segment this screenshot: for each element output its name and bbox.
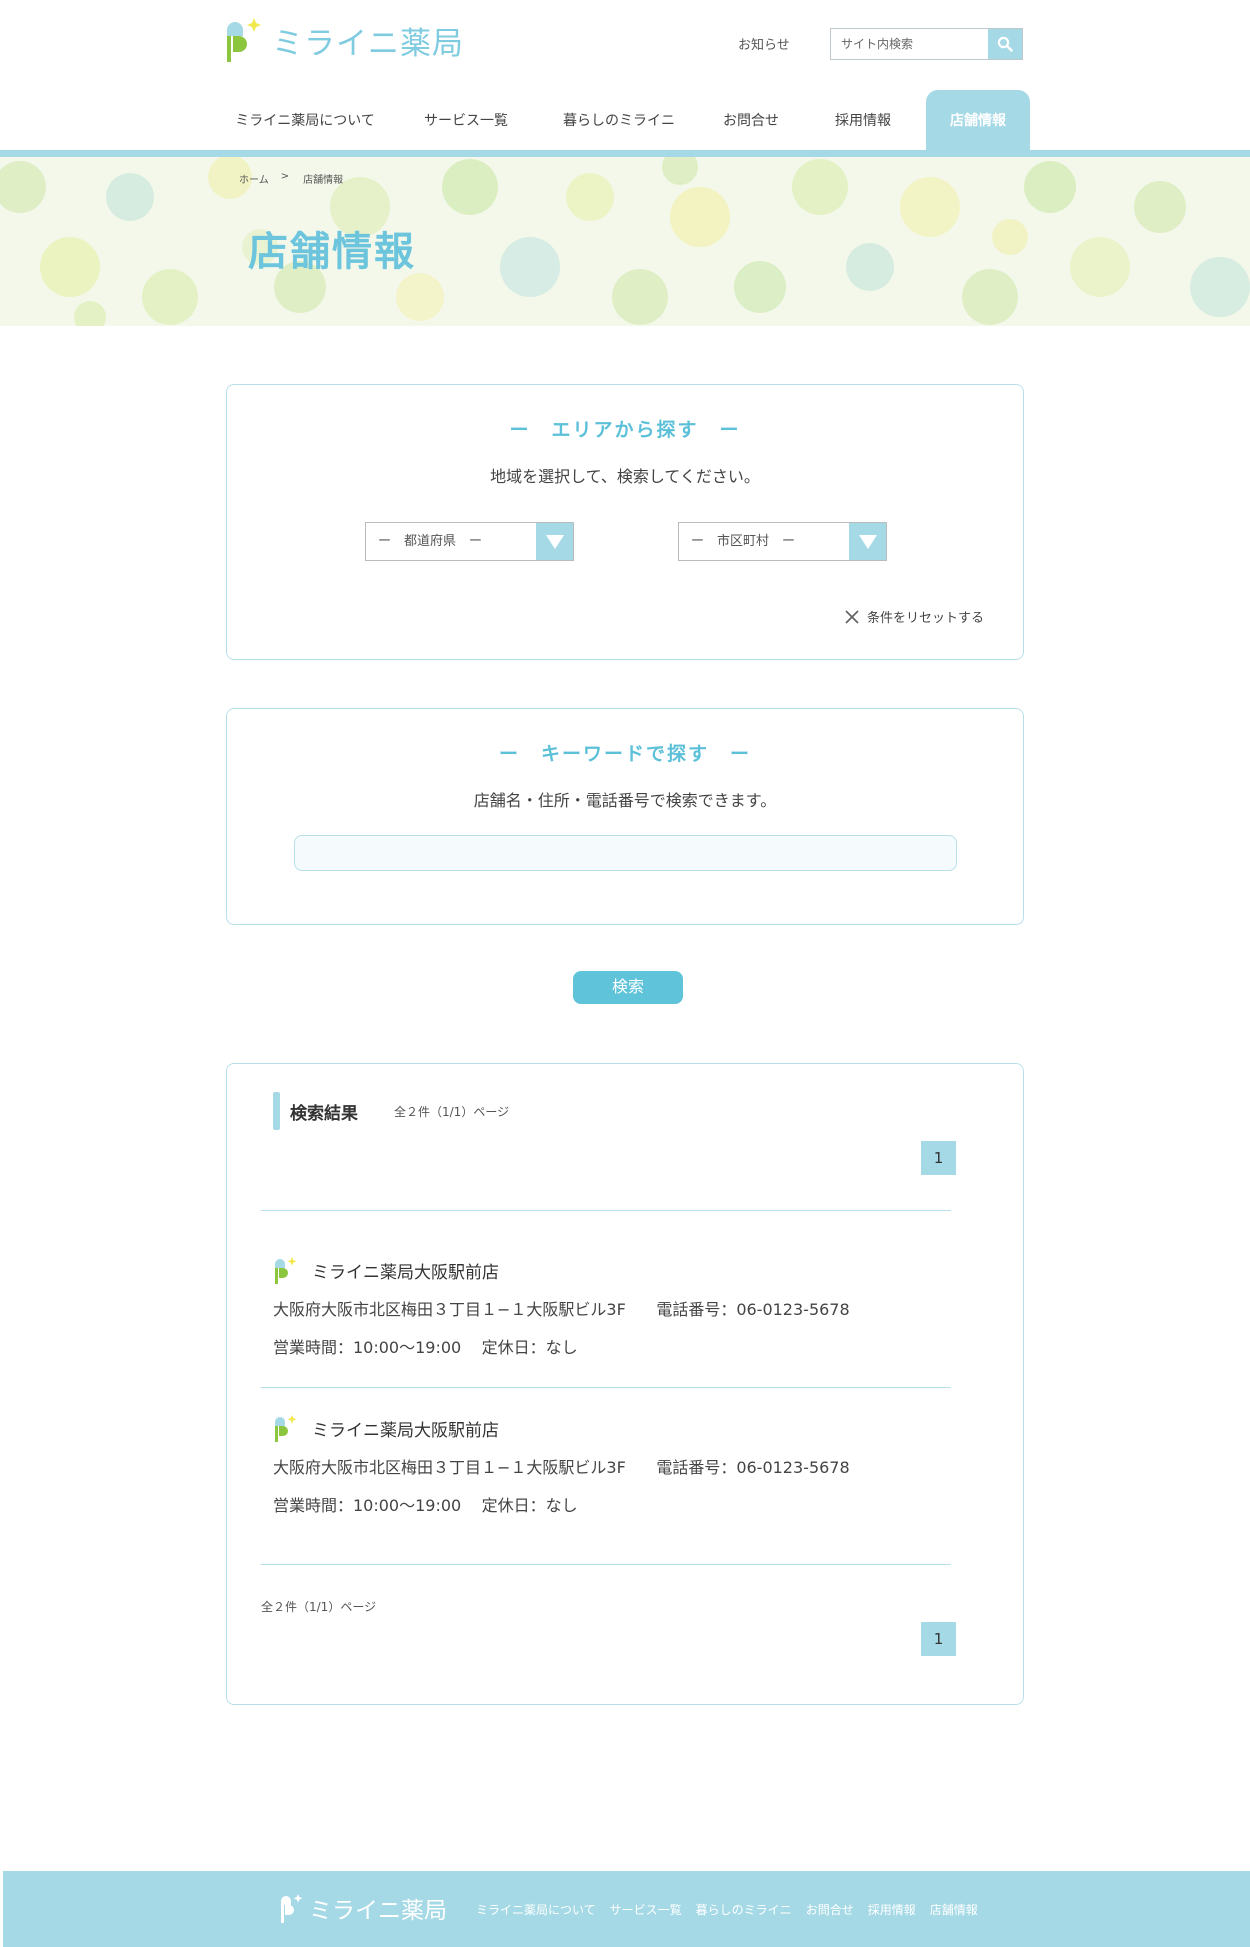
store-holiday: 定休日：なし: [481, 1338, 578, 1357]
store-item: ミライニ薬局大阪駅前店 大阪府大阪市北区梅田３丁目１−１大阪駅ビル3F 電話番号…: [273, 1254, 953, 1362]
results-panel: 検索結果 全２件（1/1）ページ 1 ミライニ薬局大阪駅前店 大阪府大阪市北区梅…: [226, 1063, 1024, 1705]
logo-mark-icon: [227, 18, 261, 62]
breadcrumb-home[interactable]: ホーム: [239, 171, 269, 186]
reset-conditions-button[interactable]: 条件をリセットする: [845, 607, 984, 626]
nav-item-recruit[interactable]: 採用情報: [810, 90, 916, 152]
prefecture-select-value: ー 都道府県 ー: [378, 534, 483, 549]
results-header: 検索結果 全２件（1/1）ページ: [273, 1092, 509, 1130]
prefecture-select[interactable]: ー 都道府県 ー: [365, 522, 574, 561]
store-holiday: 定休日：なし: [481, 1496, 578, 1515]
results-accent-bar: [273, 1092, 280, 1130]
area-search-panel: ー エリアから探す ー 地域を選択して、検索してください。 ー 都道府県 ー ー…: [226, 384, 1024, 660]
page: ミライニ薬局 お知らせ ミライニ薬局について サービス一覧 暮らしのミライニ お…: [0, 0, 1250, 1947]
divider: [261, 1210, 951, 1211]
global-nav: ミライニ薬局について サービス一覧 暮らしのミライニ お問合せ 採用情報 店舗情…: [224, 90, 1030, 152]
store-address-row: 大阪府大阪市北区梅田３丁目１−１大阪駅ビル3F 電話番号：06-0123-567…: [273, 1454, 953, 1482]
footer-link-stores[interactable]: 店舗情報: [930, 1901, 978, 1918]
pagination-page-bottom[interactable]: 1: [921, 1622, 956, 1656]
store-hours-row: 営業時間：10:00〜19:00 定休日：なし: [273, 1334, 953, 1362]
footer-logo-text: ミライニ薬局: [309, 1898, 447, 1924]
nav-item-contact[interactable]: お問合せ: [692, 90, 810, 152]
area-search-description: 地域を選択して、検索してください。: [490, 467, 760, 486]
store-logo-icon: [275, 1257, 297, 1284]
footer-nav: ミライニ薬局について サービス一覧 暮らしのミライニ お問合せ 採用情報 店舗情…: [476, 1901, 978, 1918]
store-address-row: 大阪府大阪市北区梅田３丁目１−１大阪駅ビル3F 電話番号：06-0123-567…: [273, 1296, 953, 1324]
search-button[interactable]: 検索: [573, 971, 683, 1004]
area-search-title: ー エリアから探す ー: [509, 419, 741, 441]
store-address: 大阪府大阪市北区梅田３丁目１−１大阪駅ビル3F: [273, 1458, 626, 1477]
close-icon: [845, 609, 859, 624]
footer-logo[interactable]: ミライニ薬局: [279, 1891, 447, 1925]
results-count: 全２件（1/1）ページ: [394, 1104, 510, 1119]
watercolor-background: [0, 157, 1250, 326]
site-header: ミライニ薬局 お知らせ ミライニ薬局について サービス一覧 暮らしのミライニ お…: [0, 0, 1250, 160]
store-hours: 営業時間：10:00〜19:00: [273, 1496, 462, 1515]
results-title: 検索結果: [290, 1103, 358, 1124]
logo-text: ミライニ薬局: [272, 25, 464, 62]
nav-item-stores[interactable]: 店舗情報: [926, 90, 1030, 152]
store-address: 大阪府大阪市北区梅田３丁目１−１大阪駅ビル3F: [273, 1300, 626, 1319]
footer-link-lifestyle[interactable]: 暮らしのミライニ: [696, 1901, 792, 1918]
breadcrumb-separator: >: [280, 171, 290, 182]
store-item: ミライニ薬局大阪駅前店 大阪府大阪市北区梅田３丁目１−１大阪駅ビル3F 電話番号…: [273, 1412, 953, 1520]
results-count-bottom: 全２件（1/1）ページ: [261, 1600, 377, 1614]
dropdown-arrow-icon: [849, 523, 886, 560]
site-search: [830, 28, 1023, 60]
page-title: 店舗情報: [248, 229, 416, 275]
footer-link-services[interactable]: サービス一覧: [610, 1901, 682, 1918]
site-logo[interactable]: ミライニ薬局: [224, 16, 464, 64]
keyword-input[interactable]: [294, 835, 957, 871]
footer-link-contact[interactable]: お問合せ: [806, 1901, 854, 1918]
store-name[interactable]: ミライニ薬局大阪駅前店: [312, 1258, 499, 1283]
site-footer: ミライニ薬局 ミライニ薬局について サービス一覧 暮らしのミライニ お問合せ 採…: [3, 1871, 1250, 1947]
search-icon: [997, 36, 1013, 52]
breadcrumb-current: 店舗情報: [303, 175, 344, 186]
site-search-button[interactable]: [988, 29, 1022, 59]
store-logo-icon: [275, 1415, 297, 1442]
pagination-page-top[interactable]: 1: [921, 1141, 956, 1175]
city-select-value: ー 市区町村 ー: [691, 534, 796, 549]
keyword-search-panel: ー キーワードで探す ー 店舗名・住所・電話番号で検索できます。: [226, 708, 1024, 925]
news-link[interactable]: お知らせ: [738, 34, 790, 53]
nav-item-about[interactable]: ミライニ薬局について: [224, 90, 386, 152]
footer-logo-icon: [281, 1894, 303, 1923]
store-name[interactable]: ミライニ薬局大阪駅前店: [312, 1416, 499, 1441]
breadcrumb: ホーム > 店舗情報: [239, 171, 343, 186]
store-phone: 電話番号：06-0123-5678: [656, 1458, 850, 1477]
footer-link-recruit[interactable]: 採用情報: [868, 1901, 916, 1918]
keyword-search-description: 店舗名・住所・電話番号で検索できます。: [473, 791, 777, 810]
divider: [261, 1564, 951, 1565]
footer-link-about[interactable]: ミライニ薬局について: [476, 1901, 596, 1918]
reset-label: 条件をリセットする: [867, 611, 985, 626]
keyword-search-title: ー キーワードで探す ー: [498, 743, 751, 765]
city-select[interactable]: ー 市区町村 ー: [678, 522, 887, 561]
divider: [261, 1387, 951, 1388]
nav-underline: [0, 150, 1250, 157]
dropdown-arrow-icon: [536, 523, 573, 560]
nav-item-services[interactable]: サービス一覧: [386, 90, 546, 152]
site-search-input[interactable]: [831, 29, 988, 59]
page-hero: ホーム > 店舗情報 店舗情報: [0, 157, 1250, 326]
nav-item-lifestyle[interactable]: 暮らしのミライニ: [546, 90, 692, 152]
store-phone: 電話番号：06-0123-5678: [656, 1300, 850, 1319]
store-hours: 営業時間：10:00〜19:00: [273, 1338, 462, 1357]
store-hours-row: 営業時間：10:00〜19:00 定休日：なし: [273, 1492, 953, 1520]
